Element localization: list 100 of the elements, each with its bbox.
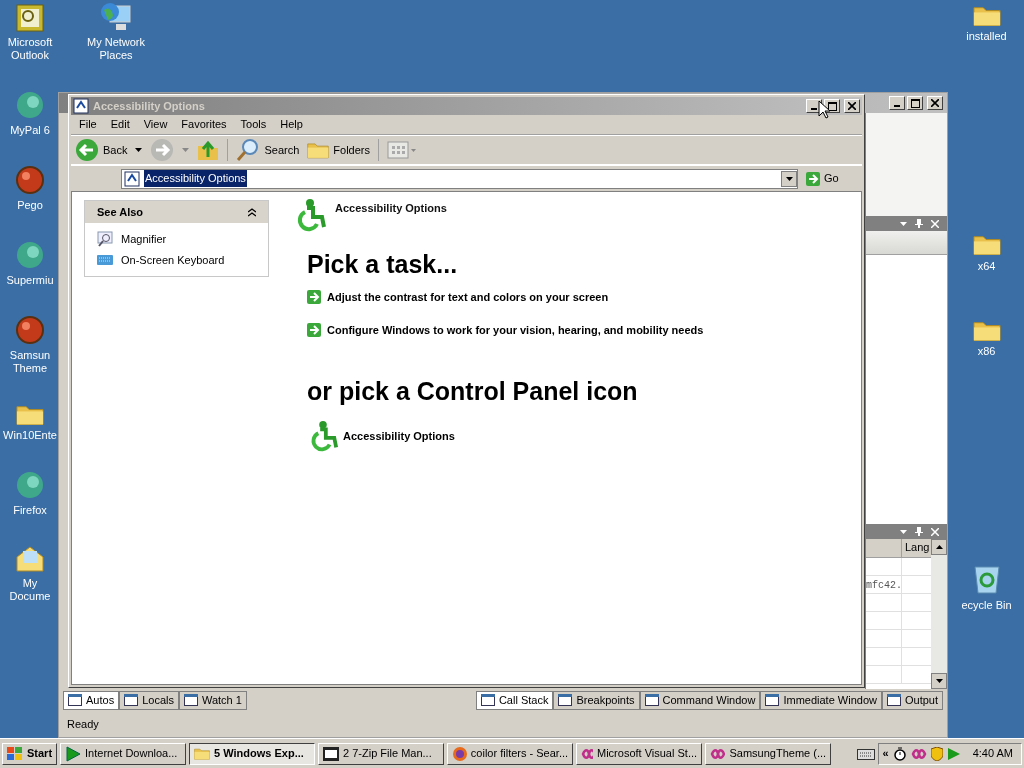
desktop-icon-label[interactable]: Supermiu bbox=[6, 274, 54, 287]
panel-tab[interactable]: Output bbox=[881, 690, 943, 710]
infinity-icon bbox=[581, 747, 593, 760]
page-heading: Accessibility Options bbox=[335, 201, 447, 216]
window-icon bbox=[124, 694, 139, 706]
maximize-icon bbox=[910, 98, 920, 108]
magnifier-icon bbox=[97, 231, 113, 248]
arrow-icon bbox=[307, 290, 321, 305]
menu-item[interactable]: Help bbox=[280, 116, 303, 133]
desktop-icon-label[interactable]: Win10Ente bbox=[3, 429, 57, 443]
app-icon bbox=[15, 90, 45, 120]
tray-expand-button[interactable]: « bbox=[882, 745, 889, 762]
play-icon[interactable] bbox=[946, 746, 961, 761]
folder-icon bbox=[194, 747, 211, 760]
close-button[interactable] bbox=[844, 99, 860, 113]
ball-icon bbox=[15, 315, 45, 345]
collapse-icon[interactable] bbox=[248, 207, 256, 217]
menu-item[interactable]: Favorites bbox=[181, 116, 227, 133]
menu-item[interactable]: Edit bbox=[110, 116, 130, 133]
taskbar-button[interactable]: coilor filters - Sear... bbox=[447, 742, 574, 765]
desktop-icon-label[interactable]: My Network Places bbox=[78, 36, 154, 62]
folders-button[interactable]: Folders bbox=[307, 141, 370, 159]
pin-icon[interactable] bbox=[915, 219, 923, 228]
menu-item[interactable]: Tools bbox=[240, 116, 267, 133]
close-icon bbox=[848, 102, 856, 110]
close-icon[interactable] bbox=[931, 219, 939, 228]
shield-icon[interactable] bbox=[930, 746, 943, 761]
desktop-icon-label[interactable]: installed bbox=[966, 30, 1007, 44]
recycle-bin-icon bbox=[971, 563, 1002, 596]
desktop-icon-label[interactable]: x64 bbox=[977, 259, 996, 273]
menu-item[interactable]: File bbox=[79, 116, 97, 133]
close-icon[interactable] bbox=[931, 527, 939, 536]
stopwatch-icon[interactable] bbox=[892, 746, 907, 761]
window-icon bbox=[765, 694, 780, 706]
dropdown-arrow-icon bbox=[785, 176, 793, 181]
arrow-icon bbox=[307, 322, 321, 337]
app-icon bbox=[15, 240, 45, 270]
desktop-icon-label[interactable]: Microsoft Outlook bbox=[1, 36, 59, 62]
control-panel-icon bbox=[124, 170, 140, 187]
taskbar-button[interactable]: Internet Downloa... bbox=[60, 742, 187, 765]
panel-tab[interactable]: Autos bbox=[63, 690, 120, 710]
desktop-icon-label[interactable]: Pego bbox=[17, 199, 43, 212]
folder-icon bbox=[972, 4, 1001, 27]
window-icon bbox=[480, 694, 495, 706]
task-link[interactable]: Configure Windows to work for your vision, hearing, and mobility needs bbox=[307, 321, 861, 338]
desktop-icon-label[interactable]: MyPal 6 bbox=[10, 124, 50, 137]
control-panel-link[interactable]: Accessibility Options bbox=[307, 420, 861, 452]
desktop-icon-label[interactable]: Samsun Theme bbox=[1, 349, 59, 375]
maximize-icon bbox=[827, 101, 837, 111]
desktop-icon-label[interactable]: Firefox bbox=[13, 504, 47, 518]
address-text: Accessibility Options bbox=[144, 170, 247, 187]
desktop-icon-label[interactable]: x86 bbox=[977, 345, 996, 359]
envelope-icon bbox=[15, 545, 45, 574]
panel-tab[interactable]: Call Stack bbox=[475, 690, 554, 710]
close-icon bbox=[931, 99, 939, 107]
desktop-icon-label[interactable]: ecycle Bin bbox=[961, 599, 1012, 613]
back-button[interactable]: Back bbox=[75, 138, 128, 162]
window-icon bbox=[73, 98, 89, 114]
maximize-button[interactable] bbox=[907, 96, 923, 110]
desktop-icon-label[interactable]: My Docume bbox=[1, 577, 59, 604]
close-button[interactable] bbox=[927, 96, 943, 110]
panel-tab[interactable]: Watch 1 bbox=[178, 690, 247, 710]
start-button[interactable]: Start bbox=[2, 742, 58, 765]
panel-tab[interactable]: Command Window bbox=[639, 690, 761, 710]
panel-title: See Also bbox=[97, 204, 144, 220]
scrollbar[interactable] bbox=[931, 539, 947, 689]
panel-tab[interactable]: Locals bbox=[119, 690, 179, 710]
table-cell: mfc42. bbox=[866, 580, 902, 591]
section-heading: or pick a Control Panel icon bbox=[307, 376, 639, 406]
go-button[interactable]: Go bbox=[802, 170, 858, 187]
task-link[interactable]: Adjust the contrast for text and colors on your screen bbox=[307, 289, 861, 306]
panel-tab[interactable]: Breakpoints bbox=[553, 690, 640, 710]
up-folder-icon[interactable] bbox=[197, 139, 220, 161]
see-also-link[interactable]: On-Screen Keyboard bbox=[97, 251, 256, 268]
down-arrow-icon[interactable] bbox=[935, 679, 943, 683]
minimize-button[interactable] bbox=[889, 96, 905, 110]
search-icon bbox=[236, 138, 261, 162]
keyboard-icon[interactable] bbox=[856, 747, 875, 760]
folders-icon bbox=[307, 141, 330, 159]
up-arrow-icon[interactable] bbox=[935, 545, 943, 549]
search-button[interactable]: Search bbox=[236, 138, 300, 162]
address-field[interactable]: Accessibility Options bbox=[121, 168, 798, 189]
dropdown-button[interactable] bbox=[781, 170, 797, 187]
taskbar-button[interactable]: Microsoft Visual St... bbox=[576, 742, 703, 765]
clock: 4:40 AM bbox=[972, 746, 1013, 762]
taskbar-button[interactable]: SamsungTheme (... bbox=[705, 742, 832, 765]
pin-icon[interactable] bbox=[915, 527, 923, 536]
column-header[interactable]: Lang bbox=[902, 539, 931, 557]
browser-icon bbox=[452, 745, 467, 762]
window-icon bbox=[558, 694, 573, 706]
taskbar-button[interactable]: 2 7-Zip File Man... bbox=[318, 742, 445, 765]
folder-icon bbox=[972, 233, 1001, 256]
see-also-link[interactable]: Magnifier bbox=[97, 231, 256, 248]
keyboard-icon bbox=[97, 253, 113, 266]
folder-icon bbox=[16, 403, 44, 426]
menu-item[interactable]: View bbox=[143, 116, 168, 133]
window-title: Accessibility Options bbox=[93, 98, 206, 114]
dropdown-icon[interactable] bbox=[135, 148, 143, 152]
taskbar-button[interactable]: 5 Windows Exp... bbox=[189, 742, 316, 765]
panel-tab[interactable]: Immediate Window bbox=[760, 690, 882, 710]
